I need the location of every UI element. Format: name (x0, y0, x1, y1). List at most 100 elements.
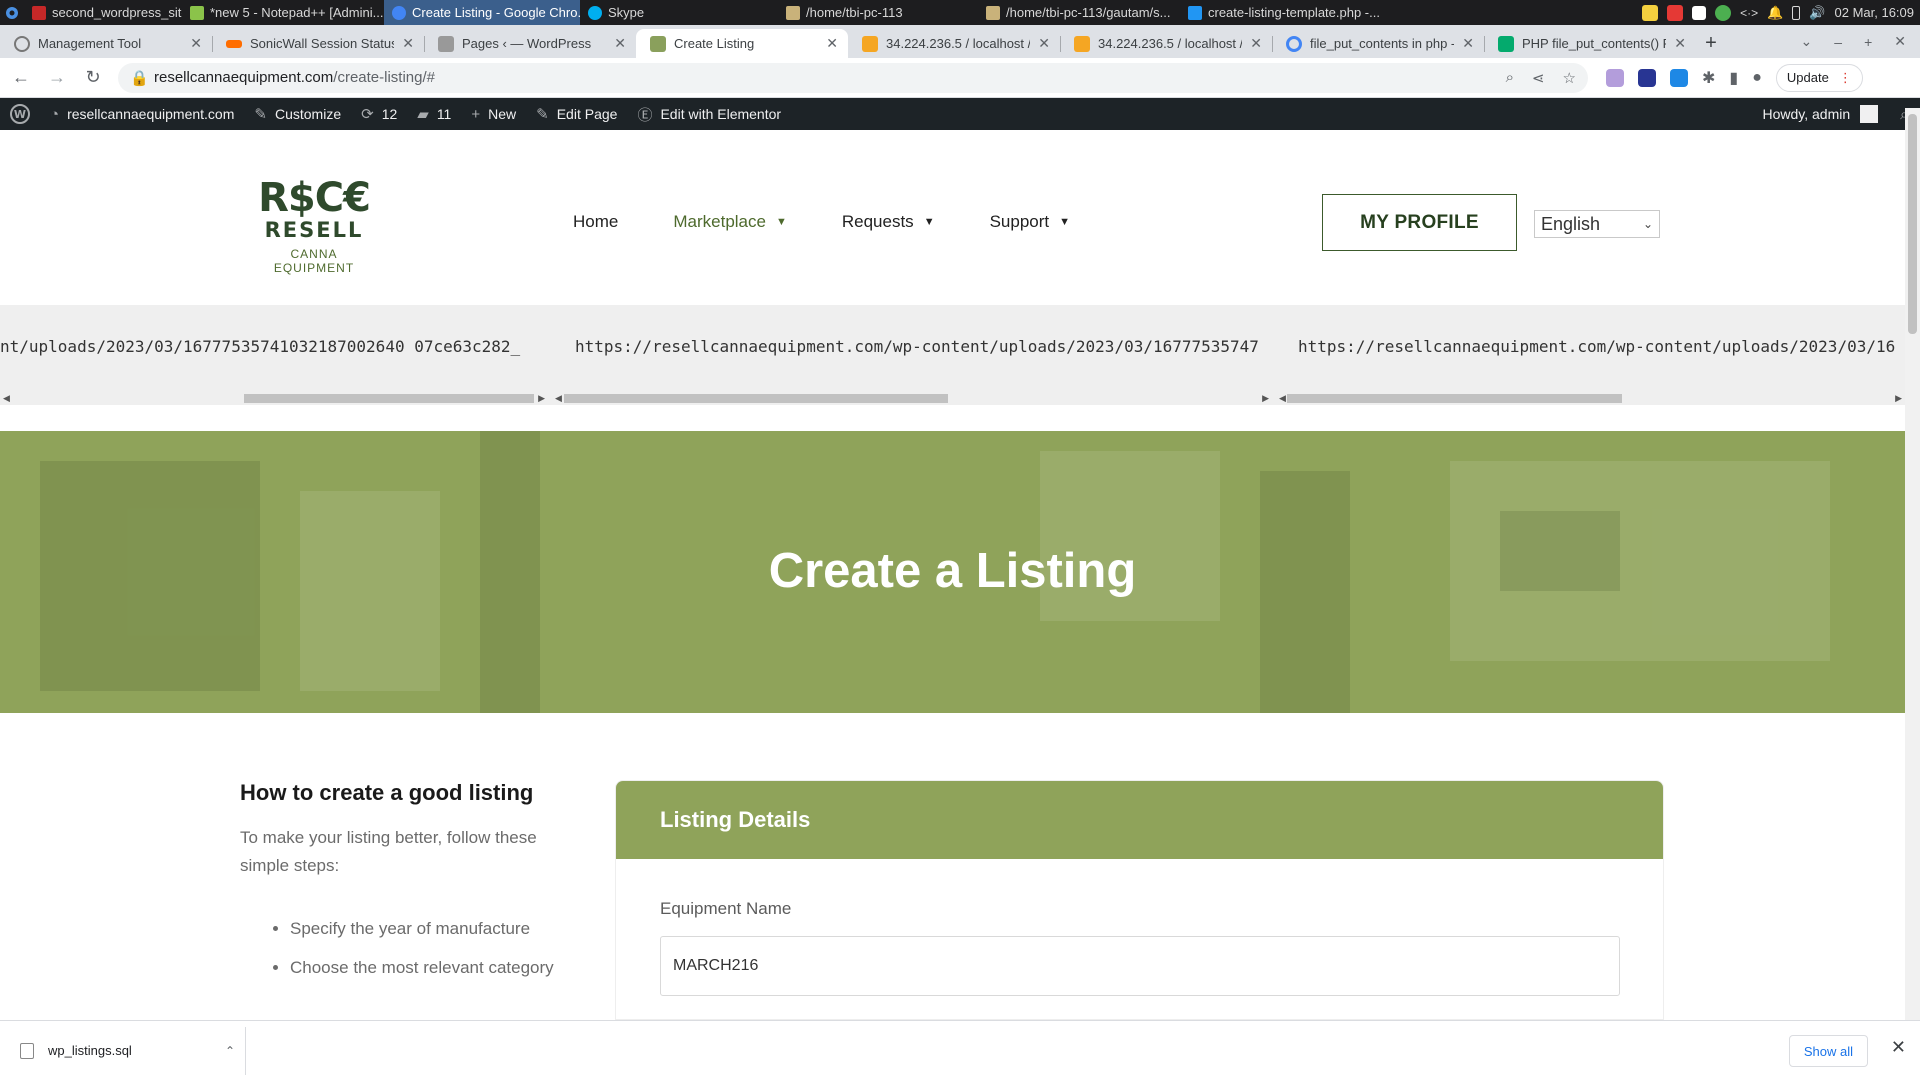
scroll-right-icon[interactable]: ▶ (1895, 391, 1902, 405)
minimize-icon[interactable]: – (1834, 34, 1842, 50)
horizontal-scrollbar[interactable]: ◀ ▶ (1276, 391, 1905, 405)
close-tab-icon[interactable]: ✕ (402, 35, 414, 52)
howdy-admin-link[interactable]: Howdy, admin (1762, 106, 1850, 122)
close-tab-icon[interactable]: ✕ (614, 35, 626, 52)
bookmark-star-icon[interactable]: ☆ (1563, 69, 1576, 87)
admin-updates-link[interactable]: ⟳ 12 (351, 98, 407, 130)
update-button[interactable]: Update ⋮ (1775, 63, 1863, 92)
new-tab-button[interactable]: + (1696, 29, 1726, 58)
close-tab-icon[interactable]: ✕ (1038, 35, 1050, 52)
show-all-button[interactable]: Show all (1788, 1035, 1868, 1067)
debug-url-cell: https://resellcannaequipment.com/wp-cont… (552, 305, 1272, 405)
nav-home[interactable]: Home (573, 212, 618, 232)
tab-search-icon[interactable]: ⌄ (1801, 33, 1813, 50)
puzzle-extensions-icon[interactable]: ✱ (1702, 68, 1715, 88)
maximize-icon[interactable]: + (1864, 34, 1872, 50)
tab-sonicwall[interactable]: SonicWall Session Status ✕ (212, 29, 424, 58)
equipment-name-input[interactable] (660, 936, 1620, 996)
code-tray-icon[interactable]: <·> (1740, 6, 1758, 20)
task-chrome[interactable]: Create Listing - Google Chro... (384, 0, 580, 25)
close-window-icon[interactable]: ✕ (1894, 33, 1906, 50)
scrollbar-thumb[interactable] (1287, 394, 1622, 403)
folder-icon (986, 5, 1000, 20)
badge-extension-icon-2[interactable] (1670, 68, 1688, 87)
download-item[interactable]: wp_listings.sql ⌃ (10, 1026, 246, 1075)
nav-marketplace[interactable]: Marketplace ▼ (673, 212, 787, 232)
forward-button[interactable]: → (42, 63, 72, 93)
globe-icon (14, 35, 30, 52)
tab-w3schools[interactable]: PHP file_put_contents() Fu... ✕ (1484, 29, 1696, 58)
clock[interactable]: 02 Mar, 16:09 (1835, 5, 1915, 20)
task-notepad[interactable]: *new 5 - Notepad++ [Admini... (182, 0, 384, 25)
site-logo[interactable]: R$C€ RESELL CANNA EQUIPMENT (250, 178, 378, 275)
close-tab-icon[interactable]: ✕ (1250, 35, 1262, 52)
tab-phpmyadmin-1[interactable]: 34.224.236.5 / localhost / ... ✕ (848, 29, 1060, 58)
kebab-menu-icon[interactable]: ⋮ (1839, 70, 1852, 86)
admin-site-link[interactable]: ◔ resellcannaequipment.com (40, 98, 244, 130)
task-skype[interactable]: Skype (580, 0, 778, 25)
page-scrollbar[interactable] (1905, 108, 1920, 1020)
share-icon[interactable]: ⋖ (1532, 69, 1545, 87)
volume-icon[interactable]: 🔊 (1809, 5, 1825, 21)
pen-extension-icon[interactable] (1606, 68, 1624, 87)
system-menu-icon[interactable] (0, 0, 24, 25)
reload-button[interactable]: ↻ (78, 63, 108, 93)
scrollbar-thumb[interactable] (244, 394, 534, 403)
scroll-left-icon[interactable]: ◀ (3, 391, 10, 405)
check-tray-icon[interactable] (1715, 4, 1732, 21)
scrollbar-thumb[interactable] (1908, 114, 1917, 334)
admin-elementor-link[interactable]: Ⓔ Edit with Elementor (627, 98, 791, 130)
vscode-icon (1188, 5, 1202, 20)
nav-support[interactable]: Support ▼ (990, 212, 1070, 232)
badge-extension-icon[interactable] (1638, 68, 1656, 87)
close-tab-icon[interactable]: ✕ (190, 35, 202, 52)
card-title: Listing Details (616, 781, 1663, 859)
task-folder-gautam[interactable]: /home/tbi-pc-113/gautam/s... (978, 0, 1180, 25)
admin-edit-page-link[interactable]: ✎ Edit Page (526, 98, 627, 130)
sidepanel-icon[interactable]: ▮ (1729, 68, 1738, 88)
task-folder-home[interactable]: /home/tbi-pc-113 (778, 0, 978, 25)
tab-create-listing[interactable]: Create Listing ✕ (636, 29, 848, 58)
tab-phpmyadmin-2[interactable]: 34.224.236.5 / localhost / ... ✕ (1060, 29, 1272, 58)
bell-icon[interactable]: 🔔 (1767, 5, 1783, 21)
task-filezilla[interactable]: second_wordpress_site - sft... (24, 0, 182, 25)
skype-icon (588, 5, 602, 20)
dropbox-tray-icon[interactable] (1692, 5, 1707, 20)
horizontal-scrollbar[interactable]: ◀ ▶ (552, 391, 1272, 405)
battery-icon[interactable] (1792, 5, 1801, 20)
close-tab-icon[interactable]: ✕ (826, 35, 838, 52)
task-vscode[interactable]: create-listing-template.php -... (1180, 0, 1380, 25)
notes-tray-icon[interactable] (1642, 4, 1659, 21)
close-icon[interactable]: ✕ (1891, 1037, 1906, 1058)
profile-icon[interactable]: ● (1752, 69, 1762, 87)
listing-details-card: Listing Details Equipment Name (615, 780, 1664, 1020)
tab-google-search[interactable]: file_put_contents in php - ... ✕ (1272, 29, 1484, 58)
anydesk-tray-icon[interactable] (1667, 4, 1684, 21)
avatar[interactable] (1860, 105, 1879, 123)
scroll-left-icon[interactable]: ◀ (555, 391, 562, 405)
horizontal-scrollbar[interactable]: ◀ ▶ (0, 391, 548, 405)
language-select[interactable]: English ⌄ (1534, 210, 1660, 238)
close-tab-icon[interactable]: ✕ (1674, 35, 1686, 52)
nav-requests[interactable]: Requests ▼ (842, 212, 935, 232)
admin-customize-link[interactable]: ✎ Customize (244, 98, 351, 130)
close-tab-icon[interactable]: ✕ (1462, 35, 1474, 52)
download-filename: wp_listings.sql (48, 1043, 132, 1058)
scrollbar-thumb[interactable] (564, 394, 948, 403)
phpmyadmin-icon (862, 35, 878, 52)
admin-new-link[interactable]: + New (461, 98, 526, 130)
scroll-right-icon[interactable]: ▶ (1262, 391, 1269, 405)
my-profile-button[interactable]: MY PROFILE (1322, 194, 1517, 251)
address-bar[interactable]: 🔒 resellcannaequipment.com/create-listin… (118, 62, 1588, 93)
scroll-right-icon[interactable]: ▶ (538, 391, 545, 405)
admin-comments-link[interactable]: ▰ 11 (407, 98, 461, 130)
wordpress-logo-button[interactable]: W (0, 98, 40, 130)
tab-management-tool[interactable]: Management Tool ✕ (0, 29, 212, 58)
scroll-left-icon[interactable]: ◀ (1279, 391, 1286, 405)
tab-wordpress-pages[interactable]: Pages ‹ — WordPress ✕ (424, 29, 636, 58)
lock-icon[interactable]: 🔒 (130, 69, 149, 87)
folder-icon (786, 5, 800, 20)
chevron-up-icon[interactable]: ⌃ (225, 1044, 235, 1058)
zoom-icon[interactable]: ⌕ (1506, 69, 1514, 87)
back-button[interactable]: ← (6, 63, 36, 93)
